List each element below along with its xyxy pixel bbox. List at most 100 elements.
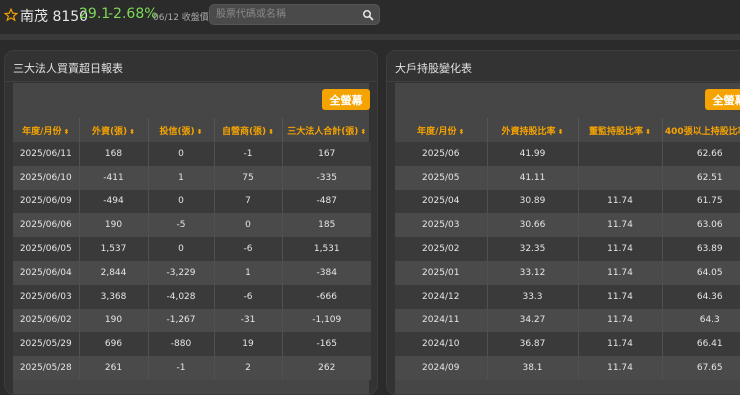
table-cell: 7	[214, 189, 283, 214]
star-icon[interactable]	[4, 8, 18, 22]
sort-icon[interactable]: ⬍	[268, 128, 274, 136]
table-cell: 33.12	[487, 260, 579, 285]
table-cell: 2025/05/28	[13, 356, 80, 380]
column-header[interactable]: 三大法人合計(張) ⬍	[282, 118, 371, 142]
sort-icon[interactable]: ⬍	[558, 128, 564, 136]
table-row: 2025/01 33.12 11.74 64.05	[395, 260, 740, 285]
table-cell: -6	[214, 237, 283, 261]
table-row: 2025/05/28 261 -1 2 262	[13, 356, 371, 380]
holders-table: 年度/月份⬍外資持股比率⬍董監持股比率⬍400張以上持股比率⬍ 2025/064…	[395, 118, 740, 380]
table-cell: 36.87	[487, 332, 579, 357]
top-bar: 南茂 8150 29.1 -2.68% 06/12 收盤價	[0, 0, 740, 40]
table-cell: 11.74	[578, 284, 663, 309]
table-cell: 2025/06/09	[13, 189, 80, 214]
table-row: 2025/06/11 168 0 -1 167	[13, 142, 371, 166]
table-cell: -31	[214, 308, 283, 333]
column-header[interactable]: 投信(張) ⬍	[148, 118, 215, 142]
sort-icon[interactable]: ⬍	[458, 128, 464, 136]
table-cell: 11.74	[578, 356, 663, 380]
table-cell: 696	[79, 332, 149, 357]
sort-icon[interactable]: ⬍	[63, 128, 69, 136]
table-cell: -165	[282, 332, 371, 357]
table-cell: -666	[282, 284, 371, 309]
table-row: 2025/06/03 3,368 -4,028 -6 -666	[13, 284, 371, 309]
table-cell: 34.27	[487, 308, 579, 333]
table-cell: 2024/10	[395, 332, 488, 357]
table-cell: 38.1	[487, 356, 579, 380]
table-cell: -494	[79, 189, 149, 214]
stock-name: 南茂 8150	[20, 9, 89, 25]
table-cell: 30.89	[487, 189, 579, 214]
table-cell: 185	[282, 213, 371, 238]
table-cell: 11.74	[578, 332, 663, 357]
table-cell: 2024/12	[395, 284, 488, 309]
institutional-panel: 三大法人買賣超日報表 全螢幕 年度/月份 ⬍ 外資(張) ⬍ 投信(張) ⬍ 自營商(張) ⬍…	[4, 50, 378, 395]
table-cell: 64.36	[662, 284, 740, 309]
table-row: 2025/06/02 190 -1,267 -31 -1,109	[13, 308, 371, 333]
column-header-label: 年度/月份	[22, 126, 62, 137]
column-header[interactable]: 年度/月份 ⬍	[395, 118, 488, 142]
column-header[interactable]: 外資持股比率 ⬍	[487, 118, 579, 142]
column-header[interactable]: 董監持股比率 ⬍	[578, 118, 663, 142]
column-header[interactable]: 年度/月份 ⬍	[13, 118, 80, 142]
column-header-label: 外資(張)	[91, 126, 128, 137]
table-cell: 64.3	[662, 308, 740, 333]
column-header-label: 投信(張)	[159, 126, 195, 137]
column-header-label: 400張以上持股比率	[664, 126, 740, 137]
table-row: 2025/03 30.66 11.74 63.06	[395, 213, 740, 238]
table-cell: 63.06	[662, 213, 740, 238]
table-cell: 41.11	[487, 165, 579, 190]
table-header-row: 年度/月份 ⬍ 外資(張) ⬍ 投信(張) ⬍ 自營商(張) ⬍ 三大法人合計(張) ⬍	[13, 118, 371, 142]
sort-icon[interactable]: ⬍	[360, 128, 366, 136]
column-header-label: 董監持股比率	[589, 126, 644, 137]
table-row: 2025/06/10 -411 1 75 -335	[13, 165, 371, 190]
table-row: 2024/11 34.27 11.74 64.3	[395, 308, 740, 333]
table-cell: 1	[148, 165, 215, 190]
table-cell: 62.51	[662, 165, 740, 190]
table-cell: 2025/03	[395, 213, 488, 238]
search-icon[interactable]	[362, 9, 374, 21]
table-cell: -1,267	[148, 308, 215, 333]
table-cell: -487	[282, 189, 371, 214]
column-header[interactable]: 400張以上持股比率⬍	[662, 118, 740, 142]
sort-icon[interactable]: ⬍	[129, 128, 135, 136]
table-cell: 190	[79, 213, 149, 238]
sort-icon[interactable]: ⬍	[645, 128, 651, 136]
table-row: 2024/09 38.1 11.74 67.65	[395, 356, 740, 380]
institutional-table: 年度/月份 ⬍ 外資(張) ⬍ 投信(張) ⬍ 自營商(張) ⬍ 三大法人合計(張) ⬍ 2025…	[13, 118, 371, 380]
table-row: 2025/06 41.99 62.66	[395, 142, 740, 166]
fullscreen-button[interactable]: 全螢幕	[322, 89, 370, 110]
table-cell: -6	[214, 284, 283, 309]
table-row: 2025/04 30.89 11.74 61.75	[395, 189, 740, 214]
table-cell: 2025/06/06	[13, 213, 80, 238]
table-row: 2025/05 41.11 62.51	[395, 165, 740, 190]
fullscreen-button[interactable]: 全螢幕	[705, 89, 740, 110]
divider	[387, 81, 740, 82]
table-cell: 61.75	[662, 189, 740, 214]
table-cell: -4,028	[148, 284, 215, 309]
stock-change: -2.68%	[108, 6, 158, 22]
table-row: 2025/06/04 2,844 -3,229 1 -384	[13, 260, 371, 285]
table-cell: 2025/06	[395, 142, 488, 166]
column-header[interactable]: 外資(張) ⬍	[79, 118, 149, 142]
table-cell: 67.65	[662, 356, 740, 380]
price-date-note: 06/12 收盤價	[153, 13, 209, 23]
table-cell: 0	[214, 213, 283, 238]
table-cell: 2024/11	[395, 308, 488, 333]
table-cell: 2025/06/10	[13, 165, 80, 190]
table-row: 2025/06/09 -494 0 7 -487	[13, 189, 371, 214]
search-input[interactable]	[216, 7, 346, 22]
table-cell: 2,844	[79, 260, 149, 285]
table-cell: 0	[148, 189, 215, 214]
table-cell: 63.89	[662, 237, 740, 261]
table-cell: -1	[148, 356, 215, 380]
column-header-label: 三大法人合計(張)	[287, 126, 359, 137]
panel-title: 三大法人買賣超日報表	[13, 62, 123, 75]
table-cell: 19	[214, 332, 283, 357]
table-cell: 11.74	[578, 213, 663, 238]
search-box	[209, 4, 380, 25]
column-header[interactable]: 自營商(張) ⬍	[214, 118, 283, 142]
sort-icon[interactable]: ⬍	[197, 128, 203, 136]
column-header-label: 年度/月份	[417, 126, 457, 137]
table-row: 2025/06/06 190 -5 0 185	[13, 213, 371, 238]
